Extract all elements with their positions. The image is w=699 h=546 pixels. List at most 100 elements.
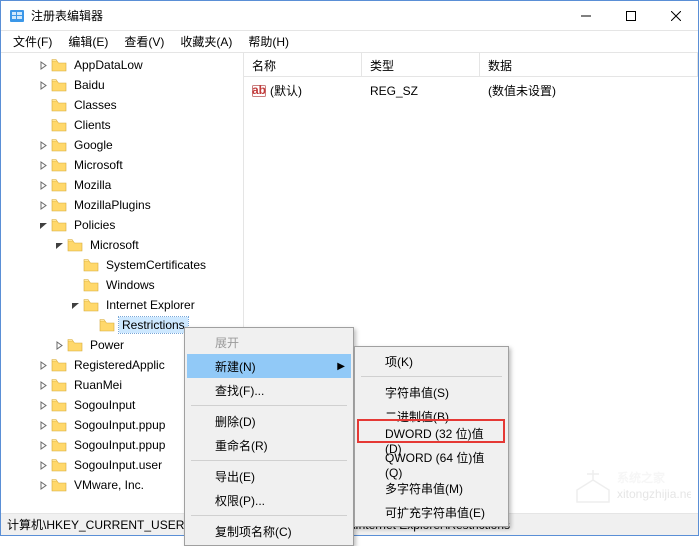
menu-edit[interactable]: 编辑(E): [60, 31, 116, 52]
cm-new-expandstring[interactable]: 可扩充字符串值(E): [357, 500, 506, 524]
chevron-right-icon[interactable]: [51, 337, 67, 353]
tree-item[interactable]: Windows: [3, 275, 243, 295]
chevron-right-icon[interactable]: [35, 417, 51, 433]
list-row[interactable]: ab(默认)REG_SZ(数值未设置): [244, 79, 698, 102]
context-menu-primary: 展开 新建(N)▶ 查找(F)... 删除(D) 重命名(R) 导出(E) 权限…: [184, 327, 354, 546]
tree-item[interactable]: Baidu: [3, 75, 243, 95]
cm-copy-key-name[interactable]: 复制项名称(C): [187, 519, 351, 543]
cm-new[interactable]: 新建(N)▶: [187, 354, 351, 378]
cm-separator: [191, 515, 347, 516]
chevron-right-icon[interactable]: [35, 197, 51, 213]
folder-icon: [51, 178, 67, 192]
chevron-right-icon[interactable]: [35, 137, 51, 153]
chevron-down-icon[interactable]: [51, 237, 67, 253]
folder-icon: [67, 238, 83, 252]
tree-item[interactable]: Policies: [3, 215, 243, 235]
tree-item[interactable]: MozillaPlugins: [3, 195, 243, 215]
cm-new-multistring[interactable]: 多字符串值(M): [357, 476, 506, 500]
cm-rename[interactable]: 重命名(R): [187, 433, 351, 457]
chevron-right-icon[interactable]: [35, 397, 51, 413]
cm-separator: [191, 460, 347, 461]
tree-item-label: SogouInput.user: [71, 457, 165, 473]
cm-permissions[interactable]: 权限(P)...: [187, 488, 351, 512]
chevron-right-icon[interactable]: [35, 57, 51, 73]
submenu-arrow-icon: ▶: [337, 361, 345, 372]
tree-item-label: SogouInput.ppup: [71, 417, 168, 433]
column-header-type[interactable]: 类型: [362, 53, 480, 76]
folder-icon: [51, 138, 67, 152]
chevron-down-icon[interactable]: [67, 297, 83, 313]
tree-item-label: AppDataLow: [71, 57, 146, 73]
tree-item-label: SogouInput.ppup: [71, 437, 168, 453]
cell-type: REG_SZ: [362, 81, 480, 100]
folder-icon: [51, 58, 67, 72]
chevron-right-icon[interactable]: [35, 77, 51, 93]
tree-item-label: MozillaPlugins: [71, 197, 154, 213]
chevron-right-icon[interactable]: [35, 357, 51, 373]
folder-icon: [51, 438, 67, 452]
menu-favorites[interactable]: 收藏夹(A): [172, 31, 240, 52]
chevron-right-icon[interactable]: [35, 457, 51, 473]
menu-help[interactable]: 帮助(H): [240, 31, 297, 52]
tree-item-label: SystemCertificates: [103, 257, 209, 273]
folder-icon: [51, 98, 67, 112]
folder-icon: [83, 278, 99, 292]
cm-new-string[interactable]: 字符串值(S): [357, 380, 506, 404]
no-children-icon: [35, 117, 51, 133]
minimize-button[interactable]: [563, 1, 608, 30]
tree-item[interactable]: Mozilla: [3, 175, 243, 195]
cm-delete[interactable]: 删除(D): [187, 409, 351, 433]
window-title: 注册表编辑器: [31, 7, 563, 24]
cm-expand: 展开: [187, 330, 351, 354]
no-children-icon: [67, 257, 83, 273]
cm-new-qword[interactable]: QWORD (64 位)值(Q): [357, 452, 506, 476]
folder-icon: [83, 298, 99, 312]
column-header-name[interactable]: 名称: [244, 53, 362, 76]
tree-item-label: Baidu: [71, 77, 108, 93]
tree-item[interactable]: Microsoft: [3, 155, 243, 175]
tree-item[interactable]: Microsoft: [3, 235, 243, 255]
chevron-down-icon[interactable]: [35, 217, 51, 233]
tree-item[interactable]: AppDataLow: [3, 55, 243, 75]
tree-item-label: RegisteredApplic: [71, 357, 168, 373]
tree-item-label: Policies: [71, 217, 118, 233]
folder-icon: [83, 258, 99, 272]
menu-file[interactable]: 文件(F): [5, 31, 60, 52]
tree-item-label: Classes: [71, 97, 120, 113]
window-controls: [563, 1, 698, 30]
cell-name: ab(默认): [244, 81, 362, 100]
tree-item[interactable]: SystemCertificates: [3, 255, 243, 275]
maximize-button[interactable]: [608, 1, 653, 30]
folder-icon: [51, 358, 67, 372]
folder-icon: [99, 318, 115, 332]
folder-icon: [51, 218, 67, 232]
tree-item[interactable]: Clients: [3, 115, 243, 135]
tree-item[interactable]: Internet Explorer: [3, 295, 243, 315]
cm-separator: [361, 376, 502, 377]
folder-icon: [51, 198, 67, 212]
column-header-data[interactable]: 数据: [480, 53, 698, 76]
cm-export[interactable]: 导出(E): [187, 464, 351, 488]
chevron-right-icon[interactable]: [35, 437, 51, 453]
tree-item-label: Mozilla: [71, 177, 114, 193]
titlebar: 注册表编辑器: [1, 1, 698, 31]
chevron-right-icon[interactable]: [35, 377, 51, 393]
cm-new-key[interactable]: 项(K): [357, 349, 506, 373]
cm-find[interactable]: 查找(F)...: [187, 378, 351, 402]
tree-item-label: VMware, Inc.: [71, 477, 147, 493]
menu-view[interactable]: 查看(V): [116, 31, 172, 52]
chevron-right-icon[interactable]: [35, 177, 51, 193]
folder-icon: [51, 398, 67, 412]
tree-item-label: Power: [87, 337, 127, 353]
no-children-icon: [67, 277, 83, 293]
folder-icon: [51, 158, 67, 172]
tree-item-label: Microsoft: [87, 237, 142, 253]
tree-item[interactable]: Google: [3, 135, 243, 155]
tree-item[interactable]: Classes: [3, 95, 243, 115]
string-value-icon: ab: [252, 84, 266, 98]
chevron-right-icon[interactable]: [35, 477, 51, 493]
folder-icon: [51, 78, 67, 92]
chevron-right-icon[interactable]: [35, 157, 51, 173]
tree-item-label: Restrictions: [119, 317, 188, 333]
close-button[interactable]: [653, 1, 698, 30]
